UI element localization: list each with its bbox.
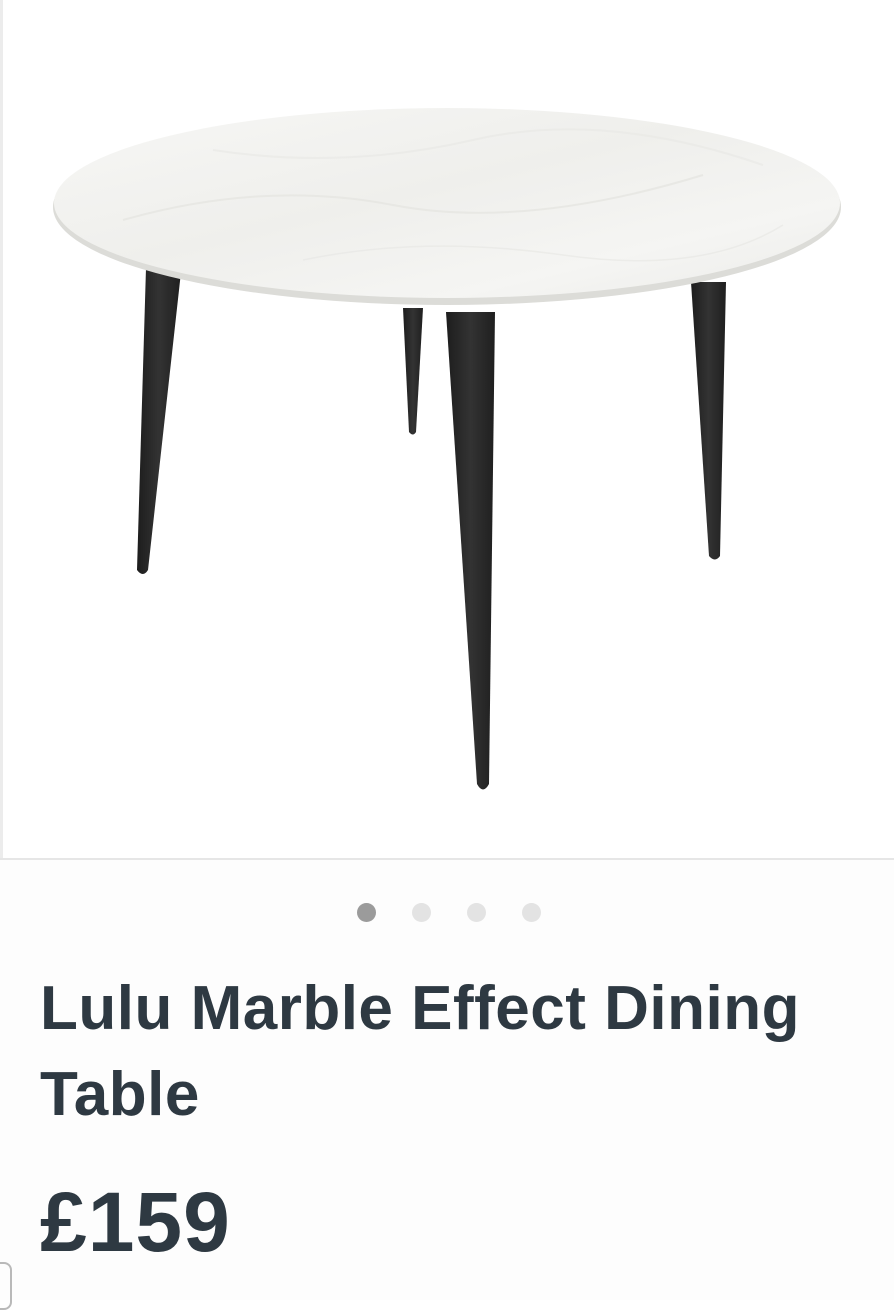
table-top: [54, 108, 840, 298]
carousel-dot-2[interactable]: [412, 902, 431, 922]
product-card: Lulu Marble Effect Dining Table £159: [0, 0, 894, 1310]
table-leg-left: [137, 268, 181, 574]
table-leg-front: [446, 312, 495, 790]
carousel-dot-3[interactable]: [467, 902, 486, 922]
corner-handle: [0, 1262, 12, 1310]
product-image[interactable]: [3, 0, 894, 858]
table-leg-right: [691, 282, 726, 560]
table-leg-back: [403, 308, 423, 435]
table-illustration: [53, 108, 841, 790]
product-title: Lulu Marble Effect Dining Table: [40, 974, 800, 1129]
image-divider: [0, 858, 894, 860]
carousel-dot-1[interactable]: [357, 902, 376, 922]
carousel-dot-4[interactable]: [522, 902, 541, 922]
carousel-dots: [0, 898, 894, 926]
product-price: £159: [40, 1175, 231, 1269]
